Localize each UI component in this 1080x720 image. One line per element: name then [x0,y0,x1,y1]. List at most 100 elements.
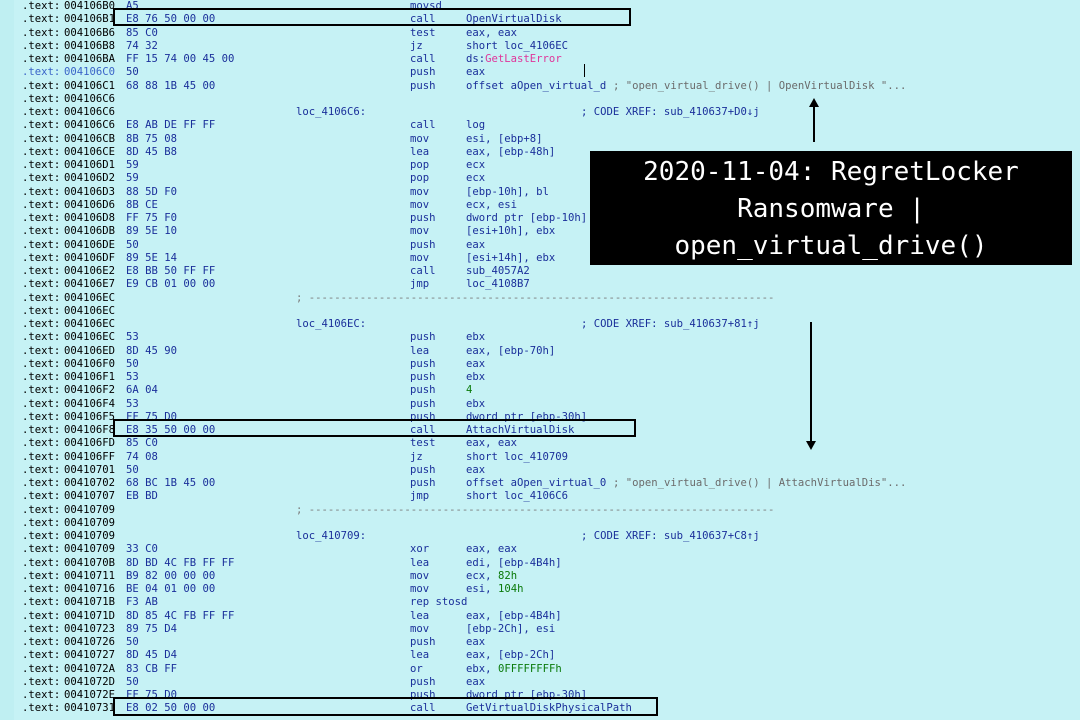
code-line[interactable]: .text: 004106F2 6A 04 push 4 [0,384,1080,397]
address: 004106EC [64,331,116,344]
code-line[interactable]: .text: 004106C0 50 push eax [0,66,1080,79]
code-line[interactable]: .text: 00410709 33 C0 xor eax, eax [0,543,1080,556]
string-comment: ; "open_virtual_drive() | AttachVirtualD… [612,477,907,489]
address: 00410716 [64,583,116,595]
mnemonic: mov [410,569,430,582]
mnemonic: push [410,384,436,397]
segment-name: .text: [22,569,61,582]
code-line[interactable]: .text: 00410707 EB BD jmp short loc_4106C6 [0,490,1080,503]
address: 004106C0 [64,66,116,79]
address: 004106BA [64,53,116,65]
code-line[interactable]: .text: 00410702 68 BC 1B 45 00 push offset a… [0,477,1080,490]
code-line[interactable]: .text: 00410723 89 75 D4 mov [ebp-2Ch], esi [0,623,1080,636]
opcode-bytes: 8B CE [126,198,158,211]
segment-name: .text: [22,609,61,622]
code-line[interactable]: .text: 004106C6 [0,93,1080,106]
code-line[interactable]: .text: 004106C6 E8 AB DE FF FF call log [0,119,1080,132]
operands: dword ptr [ebp-10h] [466,212,588,224]
operands: eax, [ebp-4B4h] [466,609,562,622]
operands: eax, eax [466,543,518,556]
address: 004106FF [64,450,116,463]
mnemonic: call [410,53,436,65]
address: 004106C1 [64,79,116,92]
operands: [ebp-2Ch], esi [466,622,556,635]
code-line[interactable]: .text: 004106EC 53 push ebx [0,331,1080,344]
code-line[interactable]: .text: 004106C6 loc_4106C6: ; CODE XREF: su… [0,106,1080,119]
code-line[interactable]: .text: 004106F0 50 push eax [0,358,1080,371]
code-line[interactable]: .text: 0041071D 8D 85 4C FB FF FF lea eax, [… [0,610,1080,623]
operands: [esi+14h], ebx [466,251,556,264]
code-line[interactable]: .text: 00410711 B9 82 00 00 00 mov ecx, 82h [0,570,1080,583]
code-line[interactable]: .text: 004106BA FF 15 74 00 45 00 call ds: Ge… [0,53,1080,66]
opcode-bytes: 8D 45 B8 [126,145,178,158]
code-line[interactable]: .text: 004106EC ; ------------------------… [0,292,1080,305]
code-line[interactable]: .text: 00410701 50 push eax [0,464,1080,477]
opcode-bytes: 83 CB FF [126,662,178,675]
mnemonic: call [410,265,436,277]
code-line[interactable]: .text: 00410727 8D 45 D4 lea eax, [ebp-2Ch] [0,649,1080,662]
segment-name: .text: [22,39,61,52]
opcode-bytes: 8B 75 08 [126,132,178,145]
mnemonic: call [410,119,436,132]
mnemonic: push [410,371,436,383]
code-line[interactable]: .text: 004106EC loc_4106EC: ; CODE XREF: su… [0,318,1080,331]
segment-name: .text: [22,291,61,304]
code-line[interactable]: .text: 00410716 BE 04 01 00 00 mov esi, 104h [0,583,1080,596]
code-line[interactable]: .text: 00410709 ; ------------------------… [0,504,1080,517]
code-line[interactable]: .text: 004106FF 74 08 jz short loc_410709 [0,451,1080,464]
address: 0041072A [64,662,116,675]
code-line[interactable]: .text: 0041072A 83 CB FF or ebx, 0FFFFFFFFh [0,663,1080,676]
opcode-bytes: 50 [126,463,139,476]
text-cursor [584,64,585,77]
mnemonic: pop [410,172,430,185]
code-line[interactable]: .text: 004106CB 8B 75 08 mov esi, [ebp+8] [0,133,1080,146]
segment-name: .text: [22,66,61,79]
address: 004106F2 [64,384,116,397]
code-line[interactable]: .text: 004106E7 E9 CB 01 00 00 jmp loc_4108B… [0,278,1080,291]
segment-name: .text: [22,556,61,569]
mnemonic: rep stosd [410,596,468,609]
opcode-bytes: FF 75 F0 [126,212,178,224]
segment-name: .text: [22,26,61,39]
operands: ebx [466,397,486,410]
code-line[interactable]: .text: 004106F1 53 push ebx [0,371,1080,384]
segment-name: .text: [22,132,61,145]
code-line[interactable]: .text: 004106FD 85 C0 test eax, eax [0,437,1080,450]
opcode-bytes: 85 C0 [126,437,158,450]
code-line[interactable]: .text: 0041071B F3 AB rep stosd [0,596,1080,609]
address: 004106D1 [64,159,116,171]
operands: ebx, [466,662,498,675]
opcode-bytes: 89 75 D4 [126,622,178,635]
code-line[interactable]: .text: 004106E2 E8 BB 50 FF FF call sub_4057… [0,265,1080,278]
address: 00410723 [64,622,116,635]
address: 004106F0 [64,357,116,370]
segment-name: .text: [22,437,61,450]
code-line[interactable]: .text: 004106F4 53 push ebx [0,398,1080,411]
address: 00410727 [64,649,116,662]
opcode-bytes: 68 88 1B 45 00 [126,79,216,92]
address: 00410709 [64,516,116,529]
segment-name: .text: [22,318,61,330]
code-line[interactable]: .text: 004106B8 74 32 jz short loc_4106EC [0,40,1080,53]
code-line[interactable]: .text: 0041070B 8D BD 4C FB FF FF lea edi, [… [0,557,1080,570]
opcode-bytes: 59 [126,172,139,185]
code-line[interactable]: .text: 004106C1 68 88 1B 45 00 push offset a… [0,80,1080,93]
code-line[interactable]: .text: 00410709 loc_410709: ; CODE XREF: su… [0,530,1080,543]
address: 004106C6 [64,92,116,105]
address: 004106DF [64,251,116,264]
code-line[interactable]: .text: 00410726 50 push eax [0,636,1080,649]
code-line[interactable]: .text: 0041072D 50 push eax [0,676,1080,689]
segment-name: .text: [22,79,61,92]
code-line[interactable]: .text: 00410709 [0,517,1080,530]
mnemonic: test [410,26,436,39]
opcode-bytes: E9 CB 01 00 00 [126,278,216,291]
operands: ds: [466,53,486,65]
operands: eax [466,238,486,251]
immediate-value: 82h [497,569,518,582]
mnemonic: push [410,331,436,344]
code-line[interactable]: .text: 004106EC [0,305,1080,318]
code-line[interactable]: .text: 004106B6 85 C0 test eax, eax [0,27,1080,40]
code-line[interactable]: .text: 004106ED 8D 45 90 lea eax, [ebp-70h] [0,345,1080,358]
immediate-value: 0FFFFFFFFh [497,662,562,675]
opcode-bytes: 50 [126,675,139,688]
